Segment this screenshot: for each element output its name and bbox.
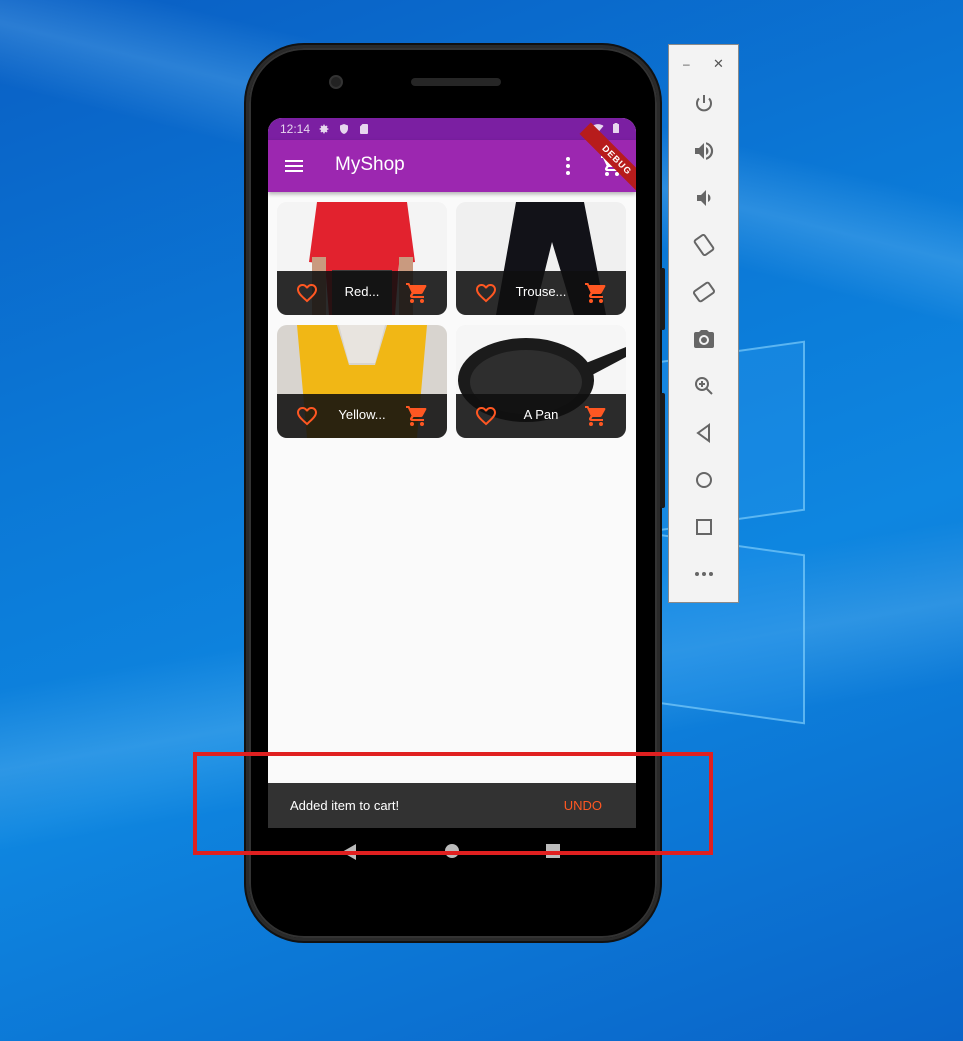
favorite-border-icon[interactable] bbox=[474, 404, 498, 428]
window-controls: – ✕ bbox=[669, 56, 738, 73]
product-title: Yellow... bbox=[338, 407, 386, 422]
product-tile-footer: Trouse... bbox=[456, 271, 626, 315]
overview-icon[interactable] bbox=[692, 515, 716, 539]
camera-icon[interactable] bbox=[692, 327, 716, 351]
volume-side-button bbox=[660, 393, 665, 508]
home-icon[interactable] bbox=[692, 468, 716, 492]
shopping-cart-icon[interactable] bbox=[584, 281, 608, 305]
product-tile[interactable]: Trouse... bbox=[456, 202, 626, 315]
battery-icon bbox=[613, 123, 619, 133]
emulator-toolbar: – ✕ bbox=[668, 44, 739, 603]
shield-icon bbox=[340, 124, 349, 134]
shopping-cart-icon[interactable] bbox=[405, 404, 429, 428]
product-tile[interactable]: Red... bbox=[277, 202, 447, 315]
favorite-border-icon[interactable] bbox=[474, 281, 498, 305]
zoom-icon[interactable] bbox=[692, 374, 716, 398]
more-vert-icon[interactable] bbox=[556, 154, 580, 178]
volume-down-icon[interactable] bbox=[692, 186, 716, 210]
back-icon[interactable] bbox=[692, 421, 716, 445]
app-bar: MyShop DEBUG bbox=[268, 122, 636, 198]
shopping-cart-icon[interactable] bbox=[584, 404, 608, 428]
status-bar: 12:14 bbox=[268, 118, 636, 140]
shopping-cart-icon[interactable] bbox=[405, 281, 429, 305]
more-icon[interactable] bbox=[692, 562, 716, 586]
app-screen: 12:14 MyShop DEBUG Red... Trouse... Yell… bbox=[268, 118, 636, 828]
product-tile[interactable]: Yellow... bbox=[277, 325, 447, 438]
product-grid: Red... Trouse... Yellow... A Pan bbox=[277, 202, 627, 438]
power-icon[interactable] bbox=[692, 92, 716, 116]
favorite-border-icon[interactable] bbox=[295, 404, 319, 428]
front-camera bbox=[329, 75, 343, 89]
product-title: A Pan bbox=[523, 407, 559, 422]
menu-icon[interactable] bbox=[282, 154, 306, 178]
minimize-icon[interactable]: – bbox=[683, 57, 690, 71]
rotate-left-icon[interactable] bbox=[692, 233, 716, 257]
volume-up-icon[interactable] bbox=[692, 139, 716, 163]
sd-card-icon bbox=[360, 124, 369, 134]
product-tile-footer: Red... bbox=[277, 271, 447, 315]
product-tile[interactable]: A Pan bbox=[456, 325, 626, 438]
product-title: Red... bbox=[344, 284, 380, 299]
earpiece-speaker bbox=[411, 78, 501, 86]
rotate-right-icon[interactable] bbox=[692, 280, 716, 304]
product-tile-footer: A Pan bbox=[456, 394, 626, 438]
close-icon[interactable]: ✕ bbox=[713, 56, 724, 72]
favorite-border-icon[interactable] bbox=[295, 281, 319, 305]
annotation-highlight-box bbox=[193, 752, 713, 855]
product-title: Trouse... bbox=[515, 284, 567, 299]
product-tile-footer: Yellow... bbox=[277, 394, 447, 438]
status-time: 12:14 bbox=[280, 122, 311, 136]
power-side-button bbox=[660, 268, 665, 330]
settings-icon bbox=[319, 124, 329, 134]
app-title: MyShop bbox=[335, 154, 405, 175]
